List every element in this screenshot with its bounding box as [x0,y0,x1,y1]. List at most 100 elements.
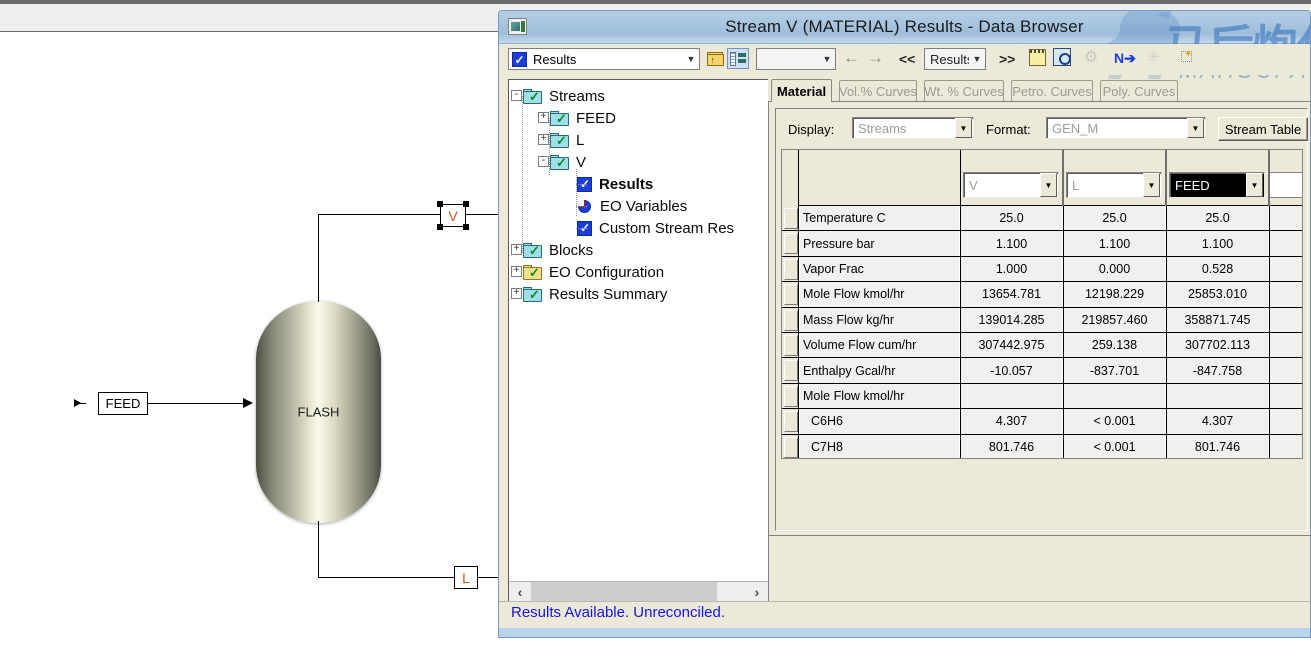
grid-cell[interactable]: 25853.010 [1167,282,1268,307]
grid-cell[interactable] [1270,434,1302,458]
inspect-magnifier-icon[interactable] [1053,48,1071,66]
tree-item-v[interactable]: - ✓ V [509,151,768,173]
grid-row-header-button[interactable] [784,284,798,306]
next-page-chevron[interactable]: >> [999,52,1015,66]
tree-expander-expand[interactable]: + [538,112,549,123]
chevron-down-icon-3[interactable]: ▼ [969,49,985,69]
grid-cell[interactable]: 4.307 [1167,409,1268,434]
scroll-left-arrow-icon[interactable]: ‹ [509,582,531,603]
grid-cell[interactable]: 25.0 [1167,206,1268,231]
grid-cell[interactable] [1064,383,1165,409]
tab-poly-curves[interactable]: Poly. Curves [1100,80,1178,101]
grid-cell[interactable]: < 0.001 [1064,434,1165,458]
grid-cell[interactable]: 139014.285 [961,307,1062,332]
selection-handle-tl[interactable] [437,201,443,207]
grid-row-header-button[interactable] [784,436,798,458]
grid-cell[interactable]: 12198.229 [1064,282,1165,307]
grid-cell[interactable]: 0.528 [1167,256,1268,282]
tree-expander-expand[interactable]: + [511,288,522,299]
tree-view-toggle-button[interactable] [727,48,749,69]
back-arrow-icon[interactable]: ← [843,49,860,66]
folder-up-button[interactable]: ↑ [704,48,726,69]
secondary-selector-combo[interactable]: ▼ [756,48,836,70]
grid-row-header-button[interactable] [784,360,798,382]
tree-expander-collapse[interactable]: - [538,156,549,167]
tree-item-custom-stream-res[interactable]: Custom Stream Res [509,217,768,239]
nav-history-combo[interactable]: Results ▼ [924,48,986,70]
tree-item-feed[interactable]: + ✓ FEED [509,107,768,129]
window-titlebar[interactable]: Stream V (MATERIAL) Results - Data Brows… [499,11,1310,44]
grid-cell[interactable]: < 0.001 [1064,409,1165,434]
chevron-down-icon[interactable]: ▼ [1040,173,1057,197]
stream-table-button[interactable]: Stream Table [1218,117,1308,141]
grid-cell[interactable] [1270,206,1302,231]
tree-item-results-summary[interactable]: + ✓ Results Summary [509,283,768,305]
tree-item-eo-configuration[interactable]: + ✓ EO Configuration [509,261,768,283]
grid-row-header-button[interactable] [784,309,798,331]
selection-handle-tr[interactable] [463,201,469,207]
grid-cell[interactable]: 25.0 [1064,206,1165,231]
grid-cell[interactable]: 4.307 [961,409,1062,434]
grid-cell[interactable] [1270,307,1302,332]
grid-cell[interactable]: 259.138 [1064,333,1165,358]
tree-horizontal-scrollbar[interactable]: ‹ › [509,581,768,602]
wand-icon[interactable]: ✦ [1179,49,1195,65]
grid-row-header-button[interactable] [784,385,798,407]
grid-cell[interactable] [1270,358,1302,383]
forward-arrow-icon[interactable]: → [867,49,884,66]
grid-row-header-button[interactable] [784,335,798,356]
tree-item-l[interactable]: + ✓ L [509,129,768,151]
grid-cell[interactable]: 219857.460 [1064,307,1165,332]
tree-item-blocks[interactable]: + ✓ Blocks [509,239,768,261]
scroll-track[interactable] [531,581,746,602]
tab-wt-curves[interactable]: Wt. % Curves [924,80,1004,101]
grid-row-header-button[interactable] [784,233,798,255]
grid-cell[interactable] [1270,333,1302,358]
grid-cell[interactable]: 0.000 [1064,256,1165,282]
grid-cell[interactable]: 1.100 [1167,231,1268,256]
flowsheet-canvas[interactable]: FEED FLASH V L [0,33,511,670]
grid-row-header-button[interactable] [784,208,798,229]
grid-cell[interactable] [1270,256,1302,282]
tree-expander-collapse[interactable]: - [511,90,522,101]
grid-cell[interactable]: 13654.781 [961,282,1062,307]
grid-cell[interactable] [1270,231,1302,256]
format-combo[interactable]: GEN_M ▼ [1046,117,1206,139]
grid-cell[interactable] [1270,282,1302,307]
display-combo[interactable]: Streams ▼ [852,117,974,139]
results-grid[interactable]: V ▼ L ▼ FEED ▼ Temperature C 25.0 25.0 25.0 Pressu… [781,149,1303,459]
grid-cell[interactable]: 307442.975 [961,333,1062,358]
tree-expander-expand[interactable]: + [511,266,522,277]
grid-cell[interactable]: 1.100 [1064,231,1165,256]
tab-material[interactable]: Material [771,79,832,102]
grid-cell[interactable]: 801.746 [961,434,1062,458]
flash-vessel-block[interactable]: FLASH [256,301,381,523]
chevron-down-icon[interactable]: ▼ [1246,173,1263,197]
chevron-down-icon[interactable]: ▼ [1143,173,1160,197]
scroll-right-arrow-icon[interactable]: › [746,582,768,603]
scroll-thumb[interactable] [531,581,717,602]
tab-petro-curves[interactable]: Petro. Curves [1011,80,1093,101]
previous-page-chevron[interactable]: << [899,52,915,66]
chevron-down-icon-2[interactable]: ▼ [819,49,835,69]
chevron-down-icon[interactable]: ▼ [683,49,699,69]
tree-item-streams[interactable]: - ✓ Streams [509,85,768,107]
grid-cell[interactable]: -847.758 [1167,358,1268,383]
grid-column-selector-l[interactable]: L ▼ [1066,172,1162,198]
grid-column-header-empty[interactable] [1269,172,1302,198]
grid-cell[interactable]: -10.057 [961,358,1062,383]
grid-row-header-button[interactable] [784,258,798,280]
grid-cell[interactable]: 358871.745 [1167,307,1268,332]
format-combo-chevron-down-icon[interactable]: ▼ [1187,118,1204,138]
grid-cell[interactable] [1167,383,1268,409]
object-selector-combo[interactable]: Results ▼ [508,48,700,70]
grid-cell[interactable] [1270,383,1302,409]
grid-cell[interactable]: -837.701 [1064,358,1165,383]
tree-item-results[interactable]: Results [509,173,768,195]
grid-row-header-button[interactable] [784,411,798,433]
grid-cell[interactable] [961,383,1062,409]
grid-cell[interactable]: 1.000 [961,256,1062,282]
navigation-tree-panel[interactable]: -✓Streams+✓FEED+✓L-✓VResultsEO Variables… [508,79,769,603]
selection-handle-bl[interactable] [437,224,443,230]
selection-handle-br[interactable] [463,224,469,230]
